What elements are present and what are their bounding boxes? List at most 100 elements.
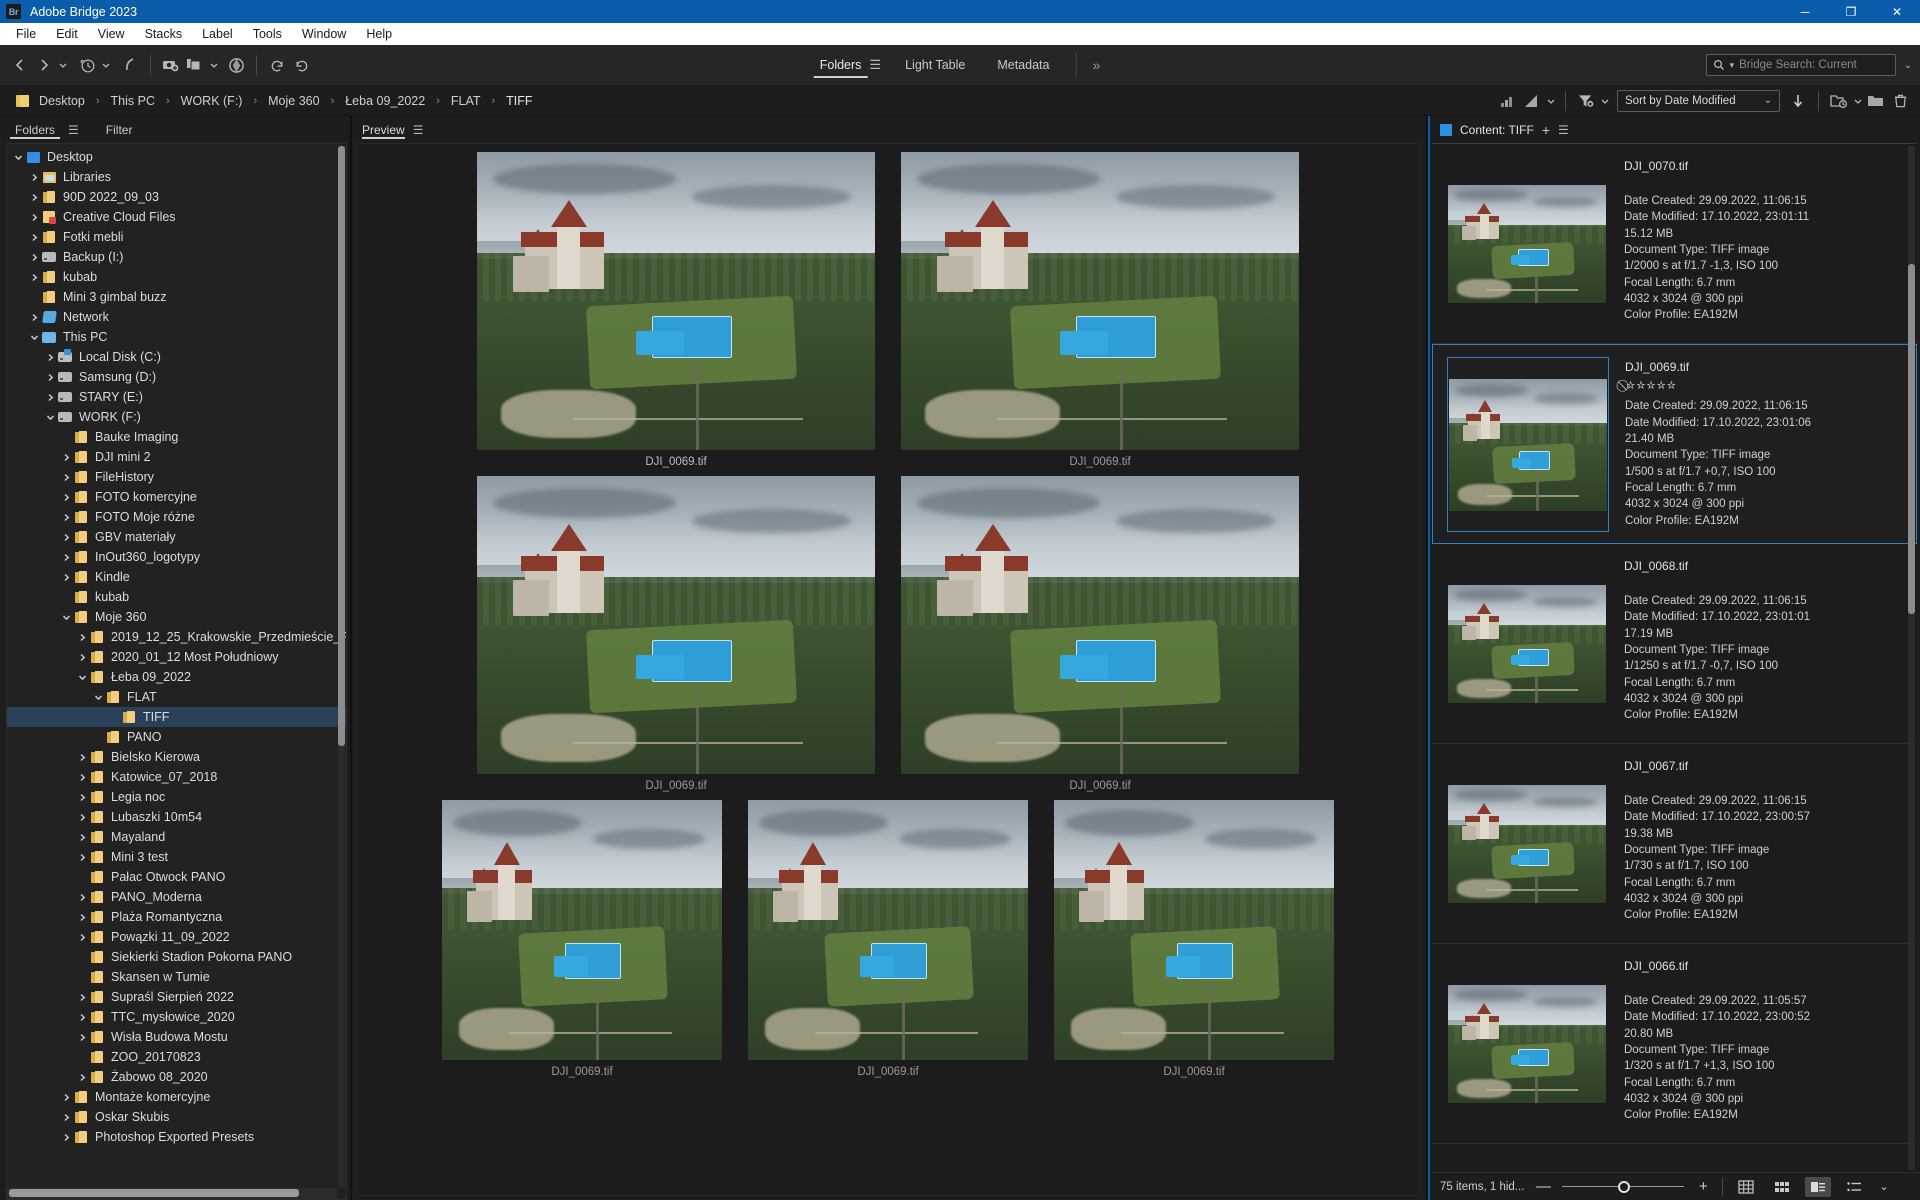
folders-panel-hamburger-icon[interactable]: ☰ bbox=[60, 123, 85, 137]
chevron-right-icon[interactable] bbox=[75, 887, 89, 907]
menu-stacks[interactable]: Stacks bbox=[135, 23, 193, 45]
tree-item[interactable]: STARY (E:) bbox=[7, 387, 346, 407]
tree-item[interactable]: TIFF bbox=[7, 707, 346, 727]
workspace-tab-light-table[interactable]: Light Table bbox=[889, 45, 981, 86]
tree-item[interactable]: Lubaszki 10m54 bbox=[7, 807, 346, 827]
menu-help[interactable]: Help bbox=[356, 23, 402, 45]
chevron-right-icon[interactable] bbox=[75, 1007, 89, 1027]
chevron-right-icon[interactable] bbox=[27, 207, 41, 227]
rating-filter-icon[interactable] bbox=[1496, 88, 1520, 114]
tree-item[interactable]: Moje 360 bbox=[7, 607, 346, 627]
close-button[interactable]: ✕ bbox=[1874, 0, 1920, 23]
file-thumbnail[interactable] bbox=[1446, 556, 1608, 731]
tree-item[interactable]: GBV materiały bbox=[7, 527, 346, 547]
chevron-down-icon[interactable] bbox=[43, 407, 57, 427]
chevron-right-icon[interactable] bbox=[75, 787, 89, 807]
back-arrow-icon[interactable] bbox=[8, 52, 32, 78]
chevron-right-icon[interactable] bbox=[27, 187, 41, 207]
get-photos-from-camera-icon[interactable] bbox=[159, 52, 183, 78]
rating-filter-alt-icon[interactable] bbox=[1520, 88, 1544, 114]
tree-item[interactable]: kubab bbox=[7, 587, 346, 607]
workspace-tab-folders[interactable]: Folders bbox=[804, 45, 878, 86]
chevron-down-icon[interactable] bbox=[91, 687, 105, 707]
content-file-item[interactable]: DJI_0070.tifDate Created: 29.09.2022, 11… bbox=[1432, 144, 1917, 344]
tree-item[interactable]: Local Disk (C:) bbox=[7, 347, 346, 367]
history-chevron-down-icon[interactable] bbox=[99, 60, 112, 70]
tree-item[interactable]: Bauke Imaging bbox=[7, 427, 346, 447]
preview-item[interactable]: DJI_0069.tif bbox=[477, 476, 875, 792]
breadcrumb-this-pc[interactable]: This PC bbox=[109, 94, 157, 108]
tree-item[interactable]: Żabowo 08_2020 bbox=[7, 1067, 346, 1087]
tree-item[interactable]: Pałac Otwock PANO bbox=[7, 867, 346, 887]
chevron-down-icon[interactable] bbox=[75, 667, 89, 687]
tree-item[interactable]: Desktop bbox=[7, 147, 346, 167]
chevron-right-icon[interactable] bbox=[59, 447, 73, 467]
preview-panel-hamburger-icon[interactable]: ☰ bbox=[405, 123, 432, 137]
tree-item[interactable]: Łeba 09_2022 bbox=[7, 667, 346, 687]
chevron-right-icon[interactable] bbox=[27, 247, 41, 267]
content-file-item[interactable]: DJI_0066.tifDate Created: 29.09.2022, 11… bbox=[1432, 944, 1917, 1144]
chevron-right-icon[interactable] bbox=[59, 487, 73, 507]
tree-item[interactable]: Mini 3 test bbox=[7, 847, 346, 867]
tree-item[interactable]: WORK (F:) bbox=[7, 407, 346, 427]
tree-item[interactable]: Photoshop Exported Presets bbox=[7, 1127, 346, 1147]
chevron-right-icon[interactable] bbox=[75, 1067, 89, 1087]
tree-item[interactable]: Creative Cloud Files bbox=[7, 207, 346, 227]
panel-tab-folders[interactable]: Folders bbox=[10, 116, 60, 143]
content-file-list[interactable]: DJI_0070.tifDate Created: 29.09.2022, 11… bbox=[1432, 143, 1917, 1172]
chevron-right-icon[interactable] bbox=[27, 227, 41, 247]
chevron-down-icon[interactable] bbox=[27, 327, 41, 347]
details-view-icon[interactable] bbox=[1805, 1177, 1831, 1197]
tree-item[interactable]: FileHistory bbox=[7, 467, 346, 487]
tree-item[interactable]: Samsung (D:) bbox=[7, 367, 346, 387]
tree-item[interactable]: 2020_01_12 Most Południowy bbox=[7, 647, 346, 667]
tree-item[interactable]: Libraries bbox=[7, 167, 346, 187]
tree-item[interactable]: TTC_mysłowice_2020 bbox=[7, 1007, 346, 1027]
breadcrumb-flat[interactable]: FLAT bbox=[449, 94, 483, 108]
maximize-button[interactable]: ❐ bbox=[1828, 0, 1874, 23]
tree-item[interactable]: Siekierki Stadion Pokorna PANO bbox=[7, 947, 346, 967]
chevron-right-icon[interactable] bbox=[59, 567, 73, 587]
recent-folder-icon[interactable] bbox=[1827, 88, 1851, 114]
tree-item[interactable]: FLAT bbox=[7, 687, 346, 707]
preview-item[interactable]: DJI_0069.tif bbox=[901, 152, 1299, 468]
more-workspaces-button[interactable]: » bbox=[1076, 57, 1116, 73]
file-thumbnail[interactable] bbox=[1446, 156, 1608, 331]
tree-item[interactable]: FOTO komercyjne bbox=[7, 487, 346, 507]
chevron-down-icon[interactable] bbox=[11, 147, 25, 167]
content-vertical-scrollbar[interactable] bbox=[1908, 146, 1915, 1170]
chevron-right-icon[interactable] bbox=[75, 627, 89, 647]
tree-item[interactable]: 2019_12_25_Krakowskie_Przedmieście_PANO bbox=[7, 627, 346, 647]
content-file-item[interactable]: DJI_0068.tifDate Created: 29.09.2022, 11… bbox=[1432, 544, 1917, 744]
file-thumbnail[interactable] bbox=[1446, 956, 1608, 1131]
tree-item[interactable]: ZOO_20170823 bbox=[7, 1047, 346, 1067]
rotate-counterclockwise-icon[interactable] bbox=[265, 52, 289, 78]
preview-item[interactable]: DJI_0069.tif bbox=[442, 800, 722, 1078]
chevron-right-icon[interactable] bbox=[59, 467, 73, 487]
chevron-down-icon[interactable] bbox=[59, 607, 73, 627]
search-panel-chevron-icon[interactable]: ⌄ bbox=[1904, 60, 1912, 71]
chevron-right-icon[interactable] bbox=[59, 547, 73, 567]
filter-chevron-down-icon[interactable] bbox=[1598, 96, 1611, 106]
breadcrumb-work-f[interactable]: WORK (F:) bbox=[179, 94, 245, 108]
content-panel-title[interactable]: Content: TIFF bbox=[1460, 123, 1534, 137]
chevron-right-icon[interactable] bbox=[75, 1027, 89, 1047]
open-in-camera-raw-icon[interactable] bbox=[224, 52, 248, 78]
tree-item[interactable]: Supraśl Sierpień 2022 bbox=[7, 987, 346, 1007]
thumbnail-zoom-in-button[interactable]: + bbox=[1694, 1178, 1712, 1195]
tree-item[interactable]: PANO_Moderna bbox=[7, 887, 346, 907]
chevron-right-icon[interactable] bbox=[75, 907, 89, 927]
new-folder-icon[interactable] bbox=[1864, 88, 1888, 114]
funnel-filter-icon[interactable] bbox=[1574, 88, 1598, 114]
content-panel-hamburger-icon[interactable]: ☰ bbox=[1558, 123, 1569, 137]
recent-history-icon[interactable] bbox=[75, 52, 99, 78]
thumbnail-size-slider[interactable] bbox=[1562, 1180, 1684, 1194]
tree-item[interactable]: Skansen w Tumie bbox=[7, 967, 346, 987]
search-input[interactable]: ▾ Bridge Search: Current bbox=[1706, 54, 1896, 76]
preview-item[interactable]: DJI_0069.tif bbox=[901, 476, 1299, 792]
tree-item[interactable]: Network bbox=[7, 307, 346, 327]
breadcrumb-moje-360[interactable]: Moje 360 bbox=[266, 94, 321, 108]
chevron-right-icon[interactable] bbox=[27, 267, 41, 287]
rotate-clockwise-icon[interactable] bbox=[289, 52, 313, 78]
new-folder-chevron-down-icon[interactable] bbox=[1851, 96, 1864, 106]
